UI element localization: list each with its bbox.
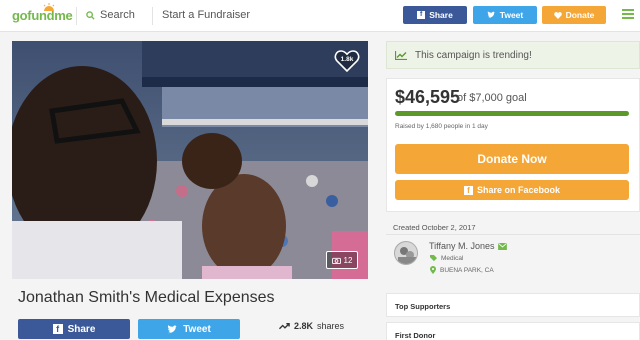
photo-count: 12	[343, 255, 353, 265]
nav-share-button[interactable]: f Share	[403, 6, 467, 24]
campaign-location: BUENA PARK, CA	[430, 266, 494, 274]
tweet-label: Tweet	[183, 323, 211, 335]
top-supporters-panel: Top Supporters	[386, 293, 640, 317]
logo-go: go	[12, 8, 28, 23]
share-on-facebook-button[interactable]: f Share on Facebook	[395, 180, 629, 200]
location-label: BUENA PARK, CA	[440, 266, 494, 274]
location-pin-icon	[430, 266, 436, 274]
tag-icon	[430, 255, 437, 262]
logo-sun-icon	[43, 3, 55, 11]
stadium-selfie-image	[12, 41, 368, 279]
progress-bar	[395, 111, 629, 116]
photo-gallery-button[interactable]: 12	[326, 251, 358, 269]
logo-me: me	[54, 8, 73, 23]
search-link[interactable]: Search	[86, 9, 135, 21]
organizer-avatar[interactable]	[394, 241, 418, 265]
campaign-title: Jonathan Smith's Medical Expenses	[18, 289, 275, 306]
facebook-icon: f	[463, 185, 473, 195]
organizer-name-text: Tiffany M. Jones	[429, 241, 495, 251]
top-nav: gofundme Search Start a Fundraiser f Sha…	[0, 0, 640, 32]
envelope-icon[interactable]	[497, 242, 507, 250]
trending-up-icon	[279, 323, 290, 330]
shares-suffix: shares	[317, 321, 345, 331]
avatar-image	[395, 242, 417, 264]
campaign-photo[interactable]: 1.8k 12	[12, 41, 368, 279]
search-icon	[86, 10, 95, 20]
created-date: Created October 2, 2017	[393, 223, 476, 232]
first-donor-heading: First Donor	[395, 331, 436, 340]
share-button[interactable]: f Share	[18, 319, 130, 339]
campaign-category[interactable]: Medical	[430, 255, 463, 262]
amount-raised: $46,595	[395, 87, 461, 107]
trending-text: This campaign is trending!	[415, 49, 532, 61]
chart-trend-icon	[395, 50, 407, 60]
twitter-icon	[486, 11, 496, 18]
shares-number: 2.8K	[294, 321, 314, 331]
nav-share-label: Share	[429, 10, 453, 20]
heart-icon	[553, 11, 562, 19]
nav-donate-button[interactable]: Donate	[542, 6, 606, 24]
share-label: Share	[67, 323, 96, 335]
start-fundraiser-link[interactable]: Start a Fundraiser	[162, 9, 250, 21]
facebook-icon: f	[417, 11, 426, 19]
progress-bar-fill	[395, 111, 629, 116]
top-supporters-heading: Top Supporters	[395, 302, 451, 311]
tweet-button[interactable]: Tweet	[138, 319, 240, 339]
hearts-badge[interactable]: 1.8k	[334, 49, 360, 75]
donate-now-button[interactable]: Donate Now	[395, 144, 629, 174]
nav-donate-label: Donate	[565, 10, 595, 20]
camera-icon	[331, 257, 341, 264]
nav-tweet-label: Tweet	[499, 10, 524, 20]
funding-card: $46,595 of $7,000 goal Raised by 1,680 p…	[386, 78, 640, 212]
category-label: Medical	[441, 255, 464, 262]
shares-count: 2.8K shares	[279, 321, 344, 331]
search-label: Search	[100, 9, 135, 21]
trending-banner: This campaign is trending!	[386, 41, 640, 69]
hearts-count: 1.8k	[340, 56, 354, 63]
raised-by-text: Raised by 1,680 people in 1 day	[395, 123, 488, 130]
divider	[386, 234, 640, 235]
share-on-facebook-label: Share on Facebook	[476, 185, 561, 195]
menu-icon[interactable]	[622, 9, 634, 21]
first-donor-panel: First Donor	[386, 322, 640, 340]
nav-divider	[152, 7, 153, 25]
twitter-icon	[167, 324, 179, 333]
goal-text: of $7,000 goal	[457, 92, 527, 104]
facebook-icon: f	[52, 324, 63, 334]
organizer-name[interactable]: Tiffany M. Jones	[429, 241, 507, 251]
nav-divider	[76, 7, 77, 25]
nav-tweet-button[interactable]: Tweet	[473, 6, 537, 24]
